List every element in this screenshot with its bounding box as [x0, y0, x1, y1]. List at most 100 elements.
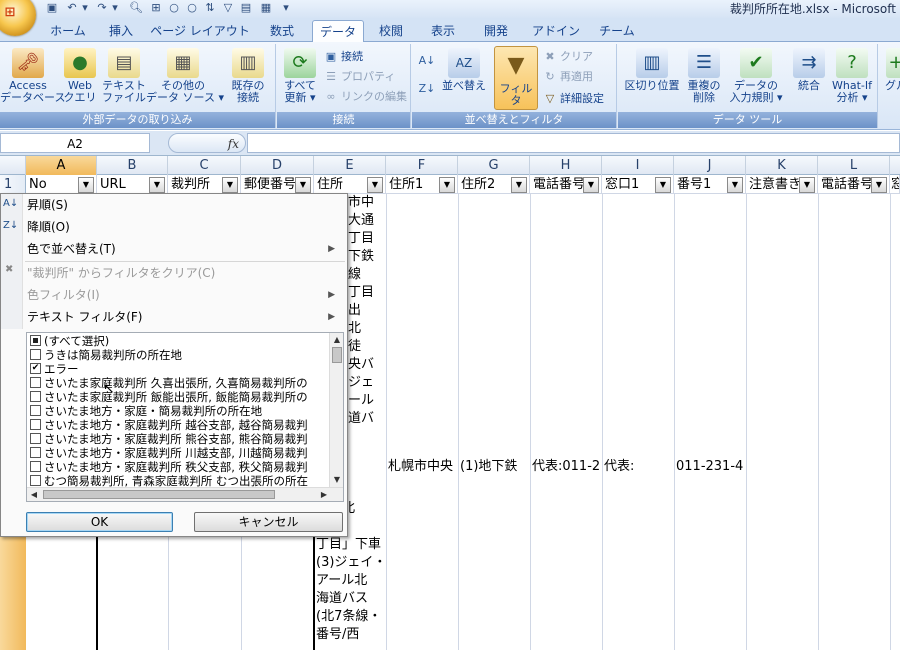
menu-sort-by-color[interactable]: 色で並べ替え(T) ▶: [27, 238, 343, 260]
scroll-left-icon[interactable]: ◀: [27, 488, 41, 501]
sort-asc-button[interactable]: A↓: [418, 52, 438, 70]
what-if-button[interactable]: ? What-If 分析 ▾: [828, 48, 876, 104]
header-cell-address1[interactable]: 住所1 ▼: [386, 175, 458, 194]
address1-cell[interactable]: 札幌市中央: [388, 457, 458, 477]
checkbox-icon[interactable]: ✔: [30, 363, 41, 374]
clear-button[interactable]: ✖ クリア: [542, 48, 593, 66]
filter-value-list[interactable]: (すべて選択) うきは簡易裁判所の所在地 ✔ エラー さいたま家庭裁判所 久喜出張所, …: [26, 332, 344, 502]
filter-dropdown-icon[interactable]: ▼: [149, 177, 165, 193]
tab-data[interactable]: データ: [312, 20, 364, 42]
scroll-down-icon[interactable]: ▼: [330, 473, 343, 487]
header-cell-number1[interactable]: 番号1 ▼: [674, 175, 746, 194]
form-icon[interactable]: ▤: [238, 0, 254, 16]
window1-cell[interactable]: 代表:: [604, 457, 674, 477]
menu-sort-descending[interactable]: 降順(O): [27, 216, 70, 238]
print-preview-icon[interactable]: 🔍︎: [128, 0, 144, 16]
tab-view[interactable]: 表示: [420, 20, 466, 42]
filter-dropdown-icon[interactable]: ▼: [439, 177, 455, 193]
menu-color-filter[interactable]: 色フィルタ(I) ▶: [27, 284, 343, 306]
column-header[interactable]: C: [168, 156, 241, 175]
formula-input[interactable]: [247, 133, 900, 153]
tab-formulas[interactable]: 数式: [256, 20, 308, 42]
sort-icon[interactable]: ⇅: [202, 0, 218, 16]
access-button[interactable]: 🗝︎ Access データベース: [0, 48, 65, 104]
advanced-button[interactable]: ▽ 詳細設定: [542, 90, 604, 108]
column-header[interactable]: F: [386, 156, 458, 175]
vertical-scrollbar[interactable]: ▲ ▼: [329, 333, 343, 487]
column-header[interactable]: H: [530, 156, 602, 175]
checkbox-icon[interactable]: [30, 419, 41, 430]
sort-button[interactable]: AZ 並べ替え: [440, 48, 488, 92]
menu-sort-ascending[interactable]: 昇順(S): [27, 194, 68, 216]
filter-dropdown-icon[interactable]: ▼: [511, 177, 527, 193]
column-header[interactable]: G: [458, 156, 530, 175]
filter-list-item[interactable]: さいたま地方・家庭裁判所 秩父支部, 秩父簡易裁判: [30, 460, 308, 474]
tab-review[interactable]: 校閲: [368, 20, 414, 42]
remove-duplicates-button[interactable]: ☰ 重複の 削除: [684, 48, 724, 104]
undo-dropdown-icon[interactable]: ▾: [80, 0, 90, 16]
filter-list-item[interactable]: さいたま地方・家庭・簡易裁判所の所在地: [30, 404, 262, 418]
filter-dropdown-icon[interactable]: ▼: [799, 177, 815, 193]
filter-list-item[interactable]: さいたま地方・家庭裁判所 熊谷支部, 熊谷簡易裁判: [30, 432, 308, 446]
circle-icon[interactable]: ○: [166, 0, 182, 16]
filter-list-item[interactable]: さいたま家庭裁判所 飯能出張所, 飯能簡易裁判所の: [30, 390, 308, 404]
checkbox-icon[interactable]: [30, 391, 41, 402]
sort-desc-button[interactable]: Z↓: [418, 80, 438, 98]
group-button[interactable]: + グル: [881, 48, 900, 92]
header-cell-phone2[interactable]: 電話番号 ▼: [818, 175, 890, 194]
properties-button[interactable]: ☰ プロパティ: [323, 68, 395, 86]
header-cell-no[interactable]: No ▼: [26, 175, 97, 194]
filter-dropdown-icon[interactable]: ▼: [727, 177, 743, 193]
number1-cell[interactable]: 011-231-4: [676, 457, 746, 477]
data-validation-button[interactable]: ✔ データの 入力規則 ▾: [724, 48, 788, 104]
cancel-button[interactable]: キャンセル: [194, 512, 343, 532]
filter-dropdown-icon[interactable]: ▼: [367, 177, 383, 193]
column-header[interactable]: B: [97, 156, 168, 175]
checkbox-icon[interactable]: [30, 405, 41, 416]
header-cell-court[interactable]: 裁判所 ▼: [168, 175, 241, 194]
header-cell-window1[interactable]: 窓口1 ▼: [602, 175, 674, 194]
qat-customize-icon[interactable]: ▾: [280, 0, 292, 16]
tab-team[interactable]: チーム: [592, 20, 642, 42]
menu-text-filter[interactable]: テキスト フィルタ(F) ▶: [27, 306, 343, 328]
header-cell-url[interactable]: URL ▼: [97, 175, 168, 194]
filter-dropdown-icon[interactable]: ▼: [78, 177, 94, 193]
undo-icon[interactable]: ↶: [64, 0, 80, 16]
header-cell-address2[interactable]: 住所2 ▼: [458, 175, 530, 194]
checkbox-icon[interactable]: [30, 349, 41, 360]
filter-dropdown-icon[interactable]: ▼: [583, 177, 599, 193]
checkbox-icon[interactable]: [30, 475, 41, 486]
filter-dropdown-icon[interactable]: ▼: [295, 177, 311, 193]
filter-list-item[interactable]: むつ簡易裁判所, 青森家庭裁判所 むつ出張所の所在: [30, 474, 308, 487]
column-header[interactable]: I: [602, 156, 674, 175]
header-cell-postal[interactable]: 郵便番号 ▼: [241, 175, 314, 194]
checkbox-icon[interactable]: [30, 335, 41, 346]
column-header[interactable]: L: [818, 156, 890, 175]
scroll-up-icon[interactable]: ▲: [330, 333, 343, 347]
text-file-button[interactable]: ▤ テキスト ファイル: [102, 48, 146, 104]
redo-icon[interactable]: ↷: [94, 0, 110, 16]
filter-dropdown-icon[interactable]: ▼: [655, 177, 671, 193]
filter-button[interactable]: ▼ フィルタ: [494, 46, 538, 110]
tab-addins[interactable]: アドイン: [528, 20, 584, 42]
tab-insert[interactable]: 挿入: [98, 20, 144, 42]
connections-button[interactable]: ▣ 接続: [323, 48, 363, 66]
name-box[interactable]: A2: [0, 133, 150, 153]
address2-cell[interactable]: (1)地下鉄: [460, 457, 530, 477]
ok-button[interactable]: OK: [26, 512, 173, 532]
column-header[interactable]: K: [746, 156, 818, 175]
refresh-all-button[interactable]: ⟳ すべて 更新 ▾: [279, 48, 321, 104]
checkbox-icon[interactable]: [30, 461, 41, 472]
select-all-corner[interactable]: [0, 156, 26, 175]
tab-home[interactable]: ホーム: [40, 20, 96, 42]
table-icon[interactable]: ▦: [258, 0, 274, 16]
tab-page-layout[interactable]: ページ レイアウト: [150, 20, 250, 42]
header-cell-notes[interactable]: 注意書き ▼: [746, 175, 818, 194]
edit-links-button[interactable]: ∞ リンクの編集: [323, 88, 407, 106]
header-cell-address[interactable]: 住所 ▼: [314, 175, 386, 194]
column-header[interactable]: A: [26, 156, 97, 175]
border-icon[interactable]: ⊞: [148, 0, 164, 16]
consolidate-button[interactable]: ⇉ 統合: [790, 48, 828, 92]
text-to-columns-button[interactable]: ▥ 区切り位置: [620, 48, 684, 92]
header-cell-window[interactable]: 窓: [890, 175, 900, 194]
